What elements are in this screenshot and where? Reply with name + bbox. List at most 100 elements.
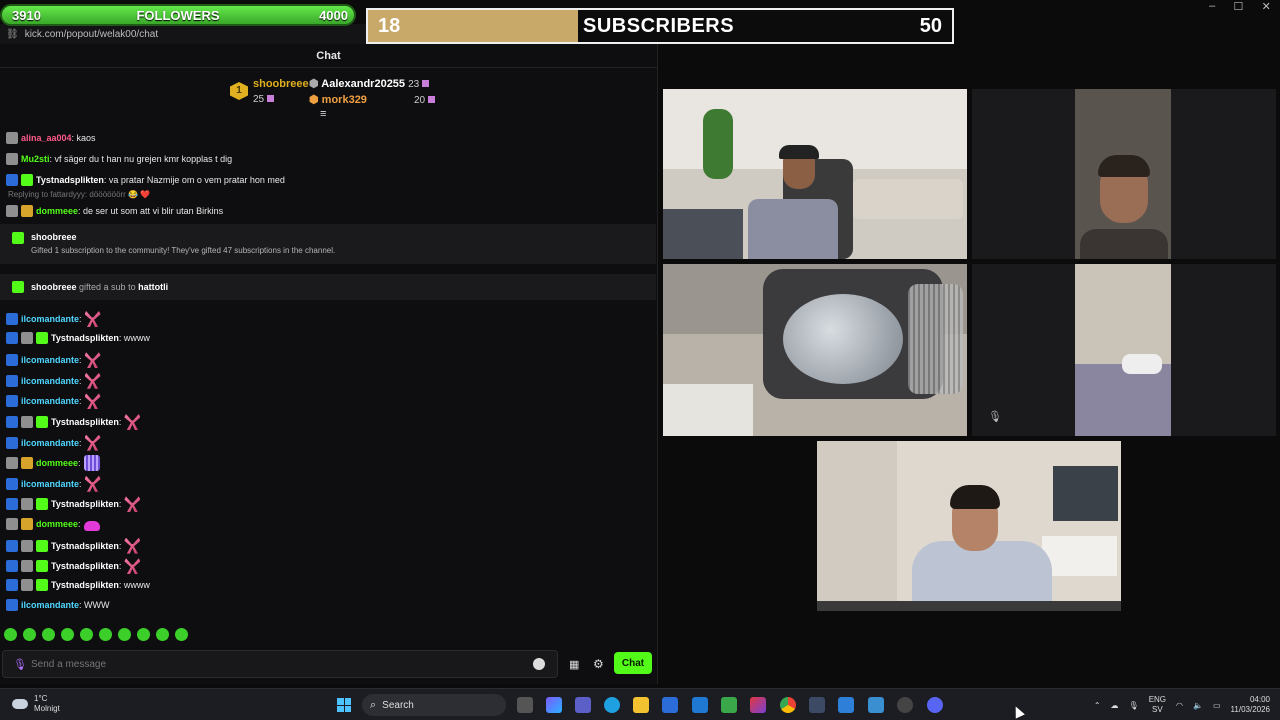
chat-username[interactable]: ilcomandante xyxy=(21,600,79,610)
chevron-up-icon[interactable]: ⌃ xyxy=(1094,701,1101,710)
subscriber-badge-icon xyxy=(6,132,18,144)
event-username[interactable]: shoobreee xyxy=(31,232,77,242)
sofa xyxy=(853,179,963,219)
chat-username[interactable]: Tystnadsplikten xyxy=(51,499,119,509)
video-tile[interactable] xyxy=(663,89,967,259)
message-input[interactable] xyxy=(31,658,533,670)
chat-message[interactable]: Tystnadsplikten: wwww xyxy=(6,578,150,591)
chat-message[interactable]: Tystnadsplikten: xyxy=(6,414,141,430)
copilot-icon[interactable] xyxy=(546,697,562,713)
taskbar-search[interactable]: ⌕ Search xyxy=(362,694,506,716)
task-view-icon[interactable] xyxy=(517,697,533,713)
message-input-box[interactable]: 🎙 xyxy=(2,650,558,678)
microphone-icon[interactable]: 🎙 xyxy=(13,658,27,671)
chat-message[interactable]: ilcomandante: xyxy=(6,393,101,410)
photos-icon[interactable] xyxy=(838,697,854,713)
event-username[interactable]: shoobreee xyxy=(31,282,77,292)
store-icon[interactable] xyxy=(662,697,678,713)
chat-username[interactable]: ilcomandante xyxy=(21,376,79,386)
office-icon[interactable] xyxy=(750,697,766,713)
emote-icon[interactable] xyxy=(156,628,169,641)
video-tile[interactable] xyxy=(817,441,1121,611)
app-icon[interactable] xyxy=(809,697,825,713)
chat-username[interactable]: Tystnadsplikten xyxy=(51,541,119,551)
windows-start-icon[interactable] xyxy=(337,698,351,712)
remote-desktop-icon[interactable] xyxy=(868,697,884,713)
emote-icon[interactable] xyxy=(4,628,17,641)
discord-icon[interactable] xyxy=(927,697,943,713)
shield-icon[interactable] xyxy=(721,697,737,713)
chat-message[interactable]: ilcomandante: xyxy=(6,434,101,451)
microphone-icon[interactable]: 🎙 xyxy=(1129,701,1139,710)
emote-icon[interactable] xyxy=(61,628,74,641)
chat-username[interactable]: ilcomandante xyxy=(21,396,79,406)
chat-username[interactable]: alina_aa004 xyxy=(21,133,72,143)
maximize-icon[interactable]: ☐ xyxy=(1234,0,1244,16)
volume-icon[interactable]: 🔈 xyxy=(1193,701,1203,710)
chat-username[interactable]: dommeee xyxy=(36,458,78,468)
chat-message[interactable]: ilcomandante: xyxy=(6,372,101,389)
chat-username[interactable]: ilcomandante xyxy=(21,479,79,489)
video-tile[interactable] xyxy=(663,264,967,436)
event-target[interactable]: hattotli xyxy=(138,282,168,292)
chat-message[interactable]: ilcomandante: xyxy=(6,475,101,492)
weather-widget[interactable]: 1°C Molnigt xyxy=(12,694,60,714)
store-icon[interactable]: ▦ xyxy=(569,658,579,671)
chat-username[interactable]: Tystnadsplikten xyxy=(51,333,119,343)
emote-icon[interactable] xyxy=(175,628,188,641)
chat-username[interactable]: dommeee xyxy=(36,519,78,529)
emote-icon[interactable] xyxy=(99,628,112,641)
emote-icon[interactable] xyxy=(23,628,36,641)
leaderboard-entry[interactable]: ⬢ Aalexandr20255 23 xyxy=(309,77,430,90)
edge-icon[interactable] xyxy=(604,697,620,713)
wifi-icon[interactable]: ◠ xyxy=(1176,701,1183,710)
tv-stand xyxy=(1042,536,1117,576)
chat-message[interactable]: ilcomandante: xyxy=(6,311,101,327)
chat-username[interactable]: Tystnadsplikten xyxy=(51,417,119,427)
leaderboard-entry[interactable]: shoobreee xyxy=(253,78,309,90)
emote-icon[interactable] xyxy=(42,628,55,641)
chat-message[interactable]: dommeee: de ser ut som att vi blir utan … xyxy=(6,205,223,217)
chat-text: : xyxy=(118,561,122,572)
emote-icon[interactable] xyxy=(118,628,131,641)
chrome-icon[interactable] xyxy=(780,697,796,713)
send-chat-button[interactable]: Chat xyxy=(614,652,652,674)
chat-username[interactable]: ilcomandante xyxy=(21,438,79,448)
chat-message[interactable]: alina_aa004: kaos xyxy=(6,132,96,144)
chat-message[interactable]: ilcomandante: WWW xyxy=(6,599,110,612)
language-indicator[interactable]: ENG SV xyxy=(1149,695,1166,715)
chat-username[interactable]: ilcomandante xyxy=(21,355,79,365)
chat-message[interactable]: dommeee: xyxy=(6,455,100,472)
emoji-picker-icon[interactable] xyxy=(533,658,545,670)
chat-message[interactable]: Tystnadsplikten: va pratar Nazmije om o … xyxy=(6,174,285,186)
chat-username[interactable]: ilcomandante xyxy=(21,314,79,324)
chat-message[interactable]: dommeee: xyxy=(6,517,100,531)
settings-gear-icon[interactable]: ⚙ xyxy=(593,657,604,671)
file-explorer-icon[interactable] xyxy=(633,697,649,713)
chat-message[interactable]: Mu2sti: vf säger du t han nu grejen kmr … xyxy=(6,153,232,165)
emote-icon[interactable] xyxy=(80,628,93,641)
video-tile[interactable] xyxy=(972,89,1276,259)
outlook-icon[interactable] xyxy=(692,697,708,713)
video-tile[interactable]: 🎙 xyxy=(972,264,1276,436)
chat-message[interactable]: ilcomandante: xyxy=(6,352,101,369)
chat-message[interactable]: Tystnadsplikten: xyxy=(6,537,141,554)
minimize-icon[interactable]: – xyxy=(1209,0,1215,16)
filter-icon[interactable]: ≡ xyxy=(320,108,326,120)
cloud-sync-icon[interactable]: ☁ xyxy=(1111,701,1119,710)
chat-username[interactable]: Tystnadsplikten xyxy=(36,175,104,185)
battery-icon[interactable]: ▭ xyxy=(1213,701,1221,710)
emote-icon[interactable] xyxy=(137,628,150,641)
chat-message[interactable]: Tystnadsplikten: wwww xyxy=(6,331,150,344)
obs-icon[interactable] xyxy=(897,697,913,713)
clock[interactable]: 04:00 11/03/2026 xyxy=(1231,695,1270,715)
close-icon[interactable]: ✕ xyxy=(1262,0,1271,16)
chat-message[interactable]: Tystnadsplikten: xyxy=(6,558,141,575)
chat-username[interactable]: Tystnadsplikten xyxy=(51,580,119,590)
chat-username[interactable]: Mu2sti xyxy=(21,154,50,164)
leaderboard-entry[interactable]: ⬢ mork329 20 xyxy=(309,93,436,106)
chat-message[interactable]: Tystnadsplikten: xyxy=(6,496,141,513)
teams-icon[interactable] xyxy=(575,697,591,713)
chat-username[interactable]: dommeee xyxy=(36,206,78,216)
chat-username[interactable]: Tystnadsplikten xyxy=(51,561,119,571)
